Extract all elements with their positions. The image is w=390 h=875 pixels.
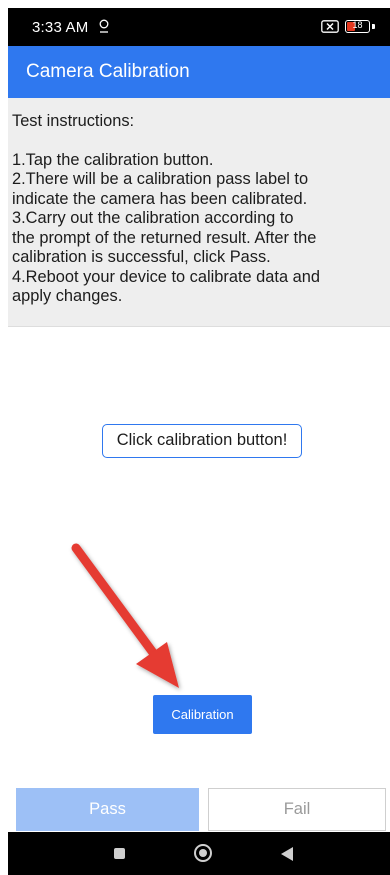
instruction-line: calibration is successful, click Pass. bbox=[12, 248, 271, 266]
phone-screen: 3:33 AM 18 Camera Calibration Test instr… bbox=[8, 8, 390, 875]
status-bar: 3:33 AM 18 bbox=[8, 8, 390, 46]
instruction-line: 3.Carry out the calibration according to bbox=[12, 209, 294, 227]
app-title: Camera Calibration bbox=[26, 61, 190, 82]
fail-button[interactable]: Fail bbox=[208, 788, 386, 831]
pass-button[interactable]: Pass bbox=[16, 788, 199, 831]
instructions-heading: Test instructions: bbox=[12, 112, 135, 130]
battery-level: 18 bbox=[352, 20, 363, 30]
app-bar: Camera Calibration bbox=[8, 46, 390, 98]
battery-tip bbox=[372, 24, 375, 29]
location-icon bbox=[99, 19, 109, 33]
instruction-line: apply changes. bbox=[12, 287, 123, 305]
home-icon[interactable] bbox=[193, 843, 213, 863]
instructions-panel: Test instructions: 1.Tap the calibration… bbox=[8, 98, 390, 327]
navigation-bar bbox=[8, 832, 390, 875]
instruction-line: 2.There will be a calibration pass label… bbox=[12, 170, 309, 188]
battery-x-icon bbox=[321, 20, 339, 33]
calibration-button[interactable]: Calibration bbox=[153, 695, 252, 734]
arrow-icon bbox=[71, 543, 179, 688]
instruction-line: the prompt of the returned result. After… bbox=[12, 228, 317, 247]
instructions-spacer bbox=[12, 132, 384, 151]
back-icon[interactable] bbox=[280, 846, 294, 862]
instruction-line: 1.Tap the calibration button. bbox=[12, 150, 214, 169]
instruction-line: indicate the camera has been calibrated. bbox=[12, 189, 308, 208]
battery-icon: 18 bbox=[345, 20, 370, 33]
calibration-result-label: Click calibration button! bbox=[102, 424, 302, 458]
status-time: 3:33 AM bbox=[32, 19, 89, 36]
recents-icon[interactable] bbox=[114, 848, 125, 859]
instruction-line: 4.Reboot your device to calibrate data a… bbox=[12, 267, 320, 286]
